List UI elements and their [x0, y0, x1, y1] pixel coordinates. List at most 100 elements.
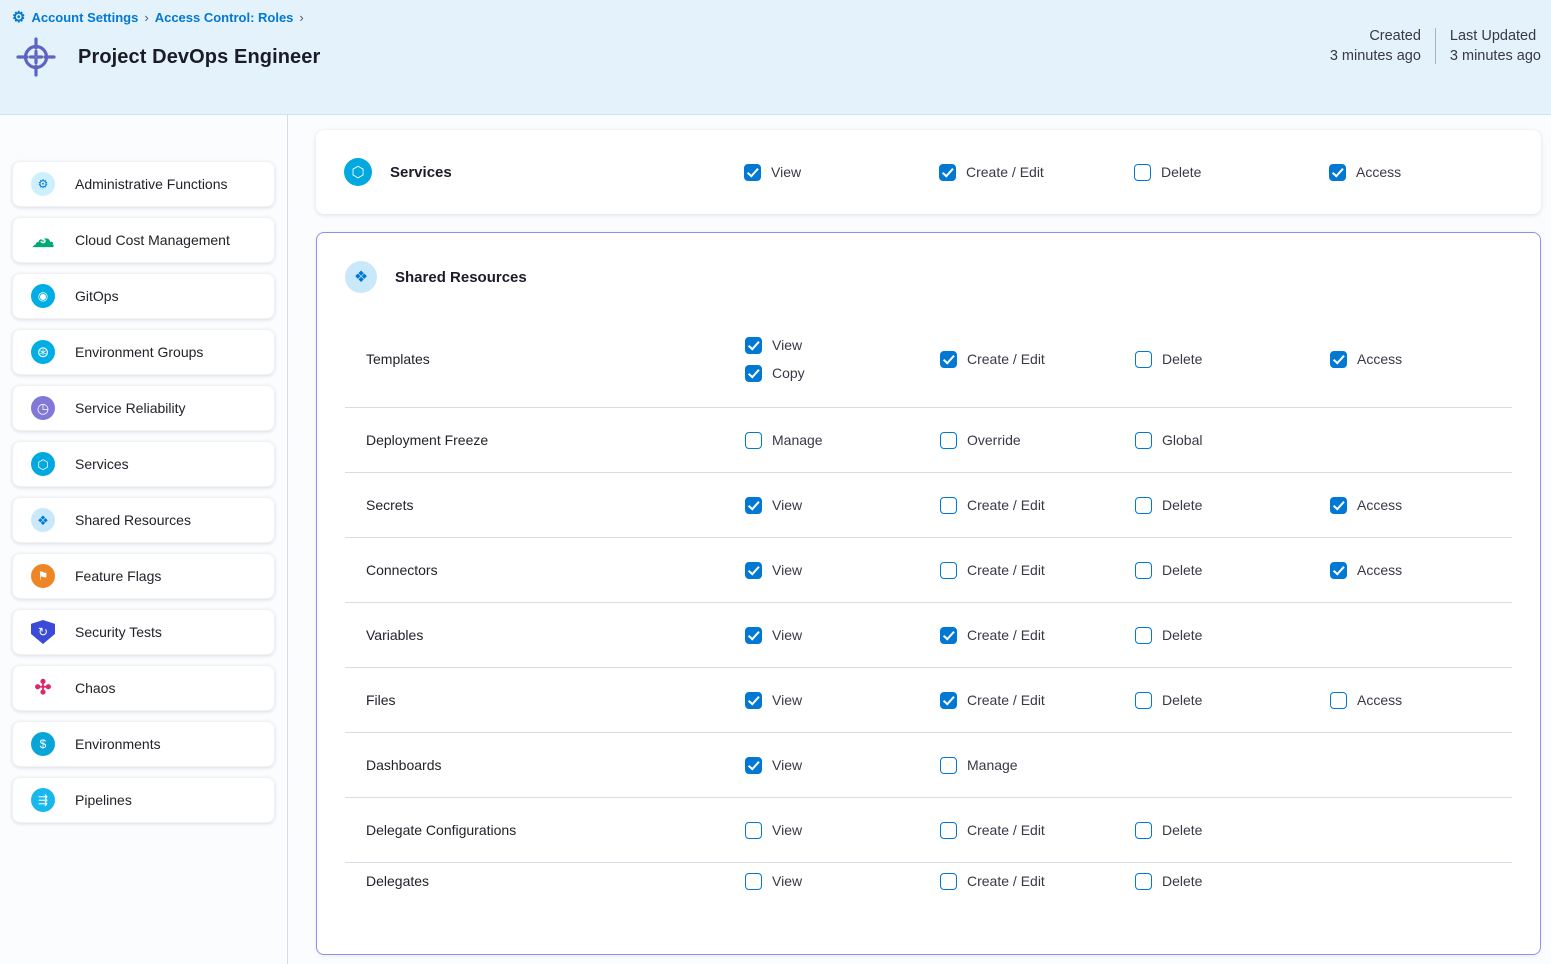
permission: Copy — [745, 365, 805, 382]
permission: Create / Edit — [940, 822, 1045, 839]
permission: Access — [1330, 497, 1402, 514]
sidebar-item-feature-flags[interactable]: ⚑Feature Flags — [12, 553, 275, 599]
sidebar-item-environments[interactable]: $Environments — [12, 721, 275, 767]
permission: Delete — [1135, 562, 1202, 579]
checkbox-deployment-freeze-override[interactable] — [940, 432, 957, 449]
row-label: Templates — [345, 351, 745, 367]
checkbox-variables-create-edit[interactable] — [940, 627, 957, 644]
checkbox-variables-delete[interactable] — [1135, 627, 1152, 644]
sidebar-item-chaos[interactable]: ✣Chaos — [12, 665, 275, 711]
permission: Delete — [1134, 164, 1201, 181]
row-label: Dashboards — [345, 757, 745, 773]
permission-cell: Create / Edit — [940, 562, 1135, 579]
role-target-icon — [14, 35, 58, 79]
permission: Access — [1330, 351, 1402, 368]
permission-row-templates: TemplatesViewCopyCreate / EditDeleteAcce… — [345, 311, 1512, 407]
permission-cell: Create / Edit — [940, 692, 1135, 709]
checkbox-label: Delete — [1162, 627, 1202, 643]
permission-cell: View — [745, 562, 940, 579]
checkbox-templates-copy[interactable] — [745, 365, 762, 382]
sidebar-item-label: Chaos — [75, 680, 115, 696]
checkbox-label: Access — [1356, 164, 1401, 180]
checkbox-label: Delete — [1162, 351, 1202, 367]
checkbox-label: Delete — [1161, 164, 1201, 180]
permission: Create / Edit — [940, 627, 1045, 644]
checkbox-delegates-view[interactable] — [745, 873, 762, 890]
permission: View — [745, 627, 802, 644]
permission-cell: Access — [1330, 351, 1512, 368]
shared-resources-permission-card: ❖ Shared Resources TemplatesViewCopyCrea… — [316, 232, 1541, 955]
service-reliability-icon: ◷ — [31, 396, 55, 420]
sidebar-item-cloud-cost-management[interactable]: ☁$Cloud Cost Management — [12, 217, 275, 263]
permission: Access — [1329, 164, 1401, 181]
checkbox-label: View — [772, 627, 802, 643]
checkbox-label: View — [772, 873, 802, 889]
checkbox-templates-access[interactable] — [1330, 351, 1347, 368]
checkbox-connectors-create-edit[interactable] — [940, 562, 957, 579]
checkbox-secrets-view[interactable] — [745, 497, 762, 514]
breadcrumb-access-control-roles[interactable]: Access Control: Roles — [155, 10, 294, 25]
sidebar-item-service-reliability[interactable]: ◷Service Reliability — [12, 385, 275, 431]
permission: Delete — [1135, 497, 1202, 514]
checkbox-secrets-delete[interactable] — [1135, 497, 1152, 514]
checkbox-variables-view[interactable] — [745, 627, 762, 644]
sidebar-item-label: Pipelines — [75, 792, 132, 808]
body: ⚙Administrative Functions ☁$Cloud Cost Ma… — [0, 115, 1551, 964]
checkbox-deployment-freeze-global[interactable] — [1135, 432, 1152, 449]
sidebar-item-security-tests[interactable]: ↻Security Tests — [12, 609, 275, 655]
environment-groups-icon: ⊛ — [31, 340, 55, 364]
checkbox-files-access[interactable] — [1330, 692, 1347, 709]
checkbox-label: Global — [1162, 432, 1202, 448]
checkbox-files-create-edit[interactable] — [940, 692, 957, 709]
permission: View — [745, 757, 802, 774]
sidebar-item-shared-resources[interactable]: ❖Shared Resources — [12, 497, 275, 543]
sidebar-item-label: GitOps — [75, 288, 119, 304]
sidebar-item-pipelines[interactable]: ⇶ Pipelines — [12, 777, 275, 823]
sidebar-item-label: Cloud Cost Management — [75, 232, 230, 248]
checkbox-connectors-view[interactable] — [745, 562, 762, 579]
checkbox-delegates-create-edit[interactable] — [940, 873, 957, 890]
checkbox-templates-delete[interactable] — [1135, 351, 1152, 368]
checkbox-label: Create / Edit — [967, 627, 1045, 643]
checkbox-services-create-edit[interactable] — [939, 164, 956, 181]
checkbox-services-delete[interactable] — [1134, 164, 1151, 181]
last-updated-value: 3 minutes ago — [1450, 48, 1541, 64]
permission: View — [745, 562, 802, 579]
checkbox-templates-view[interactable] — [745, 337, 762, 354]
checkbox-deployment-freeze-manage[interactable] — [745, 432, 762, 449]
checkbox-delegate-configurations-delete[interactable] — [1135, 822, 1152, 839]
checkbox-services-view[interactable] — [744, 164, 761, 181]
checkbox-delegates-delete[interactable] — [1135, 873, 1152, 890]
checkbox-delegate-configurations-create-edit[interactable] — [940, 822, 957, 839]
checkbox-services-access[interactable] — [1329, 164, 1346, 181]
sidebar-item-administrative-functions[interactable]: ⚙Administrative Functions — [12, 161, 275, 207]
checkbox-label: View — [772, 692, 802, 708]
checkbox-label: Create / Edit — [967, 351, 1045, 367]
services-icon: ⬡ — [344, 158, 372, 186]
checkbox-delegate-configurations-view[interactable] — [745, 822, 762, 839]
checkbox-connectors-access[interactable] — [1330, 562, 1347, 579]
permission-cell: View — [745, 757, 940, 774]
checkbox-secrets-create-edit[interactable] — [940, 497, 957, 514]
pipelines-icon: ⇶ — [31, 788, 55, 812]
checkbox-dashboards-manage[interactable] — [940, 757, 957, 774]
permission-cell: View — [745, 873, 940, 890]
checkbox-files-delete[interactable] — [1135, 692, 1152, 709]
permission-cell: Delete — [1134, 164, 1329, 181]
permission-cell: Global — [1135, 432, 1330, 449]
checkbox-label: Delete — [1162, 562, 1202, 578]
checkbox-templates-create-edit[interactable] — [940, 351, 957, 368]
sidebar-item-label: Feature Flags — [75, 568, 161, 584]
checkbox-connectors-delete[interactable] — [1135, 562, 1152, 579]
shared-resources-icon: ❖ — [345, 261, 377, 293]
breadcrumb-account-settings[interactable]: Account Settings — [31, 10, 138, 25]
sidebar-item-gitops[interactable]: ◉GitOps — [12, 273, 275, 319]
checkbox-dashboards-view[interactable] — [745, 757, 762, 774]
checkbox-secrets-access[interactable] — [1330, 497, 1347, 514]
checkbox-files-view[interactable] — [745, 692, 762, 709]
checkbox-label: Create / Edit — [967, 562, 1045, 578]
sidebar-item-environment-groups[interactable]: ⊛Environment Groups — [12, 329, 275, 375]
sidebar-item-services[interactable]: ⬡Services — [12, 441, 275, 487]
checkbox-label: Access — [1357, 351, 1402, 367]
sidebar-item-label: Security Tests — [75, 624, 162, 640]
